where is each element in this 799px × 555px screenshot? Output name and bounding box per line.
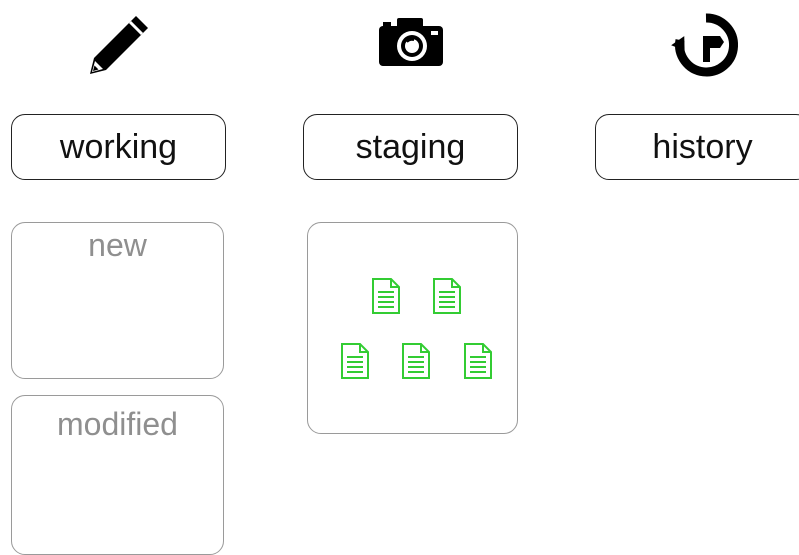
modified-files-title: modified	[57, 406, 178, 442]
history-icon	[671, 13, 739, 77]
camera-icon	[379, 18, 443, 66]
new-files-title: new	[88, 227, 147, 263]
document-icon	[341, 343, 369, 379]
new-files-box: new	[11, 222, 224, 379]
staging-label: staging	[303, 114, 518, 180]
pencil-icon	[90, 16, 148, 74]
document-icon	[402, 343, 430, 379]
modified-files-box: modified	[11, 395, 224, 555]
document-icon	[433, 278, 461, 314]
working-label: working	[11, 114, 226, 180]
history-label: history	[595, 114, 799, 180]
document-icon	[464, 343, 492, 379]
document-icon	[372, 278, 400, 314]
staging-files-box	[307, 222, 518, 434]
